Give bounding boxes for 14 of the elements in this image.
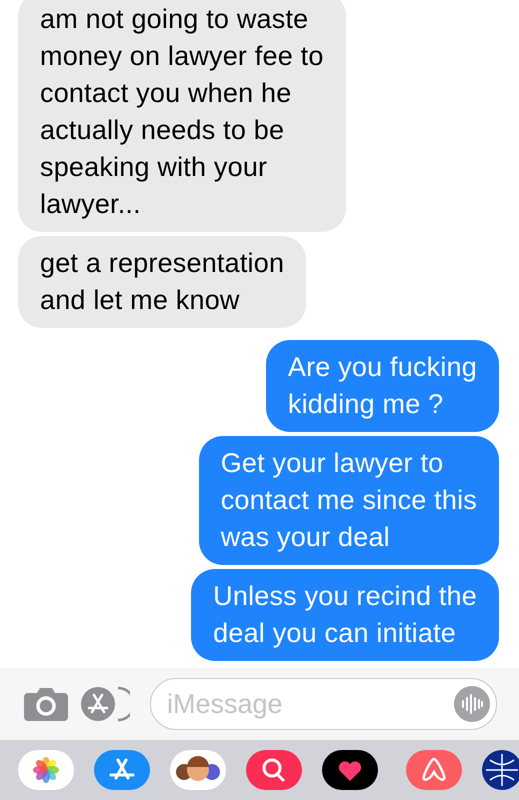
audio-icon[interactable] <box>454 686 490 722</box>
received-message: get a representation and let me know <box>18 236 306 328</box>
message-field[interactable]: iMessage <box>150 678 497 730</box>
app-store-icon[interactable] <box>94 750 150 790</box>
sent-message: Get your lawyer to contact me since this was your deal <box>198 436 499 565</box>
sent-message: Are you fucking kidding me ? <box>266 340 499 432</box>
photos-icon[interactable] <box>18 750 74 790</box>
loop-icon[interactable] <box>406 750 462 790</box>
camera-icon[interactable] <box>24 687 68 721</box>
search-icon[interactable] <box>246 750 302 790</box>
app-store-icon[interactable] <box>80 686 130 722</box>
globe-icon[interactable] <box>482 750 519 790</box>
received-message: am not going to waste money on lawyer fee to contact you when he actually needs to be speaking with your lawyer... <box>18 0 346 232</box>
sent-message: Unless you recind the deal you can initiate <box>191 569 499 661</box>
